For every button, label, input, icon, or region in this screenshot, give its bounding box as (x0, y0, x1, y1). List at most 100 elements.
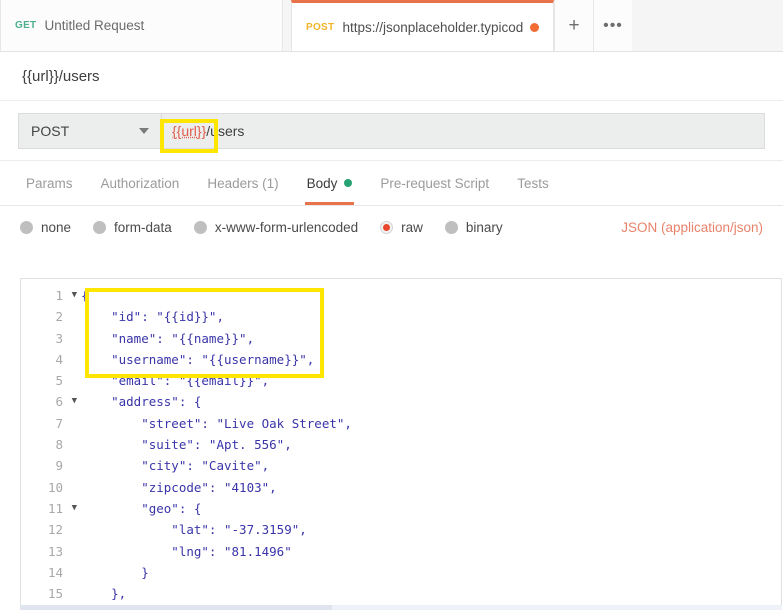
body-type-urlencoded-label: x-www-form-urlencoded (214, 219, 359, 235)
line-code-text: "city": "Cavite", (81, 458, 270, 474)
request-section-tabs: Params Authorization Headers (1) Body Pr… (0, 161, 783, 206)
editor-line: 2 "id": "{{id}}", (21, 306, 781, 327)
tab-tests-label: Tests (517, 175, 549, 191)
line-number: 15 (47, 586, 63, 602)
editor-line: 10 "zipcode": "4103", (21, 477, 781, 498)
fold-triangle-icon[interactable]: ▼ (72, 285, 77, 306)
tab-pre-request-script[interactable]: Pre-request Script (366, 161, 503, 205)
editor-scrollbar-thumb[interactable] (20, 605, 333, 610)
body-type-binary[interactable]: binary (444, 219, 503, 235)
editor-horizontal-scrollbar[interactable] (20, 605, 782, 610)
editor-line: 4 "username": "{{username}}", (21, 349, 781, 370)
tab-authorization[interactable]: Authorization (87, 161, 194, 205)
line-number: 3 (55, 330, 63, 346)
line-number: 14 (47, 564, 63, 580)
editor-line: 11 ▼ "geo": { (21, 498, 781, 519)
tab-headers[interactable]: Headers (1) (193, 161, 292, 205)
line-number: 12 (47, 522, 63, 538)
tab-options-button[interactable]: ••• (594, 0, 632, 51)
editor-line: 1 ▼ { (21, 285, 781, 306)
body-type-urlencoded[interactable]: x-www-form-urlencoded (193, 219, 359, 235)
body-type-none-label: none (41, 219, 72, 235)
body-type-radio-row: none form-data x-www-form-urlencoded raw… (0, 206, 783, 248)
unsaved-changes-dot-icon (530, 22, 539, 32)
fold-triangle-icon[interactable]: ▼ (72, 498, 77, 519)
radio-icon-raw-selected (380, 220, 394, 234)
editor-lines-container: 1 ▼{2 "id": "{{id}}", 3 "name": "{{name}}"… (21, 279, 781, 606)
request-name[interactable]: {{url}}/users (22, 68, 100, 85)
editor-line: 3 "name": "{{name}}", (21, 328, 781, 349)
line-number: 10 (47, 479, 63, 495)
new-tab-button[interactable]: + (554, 0, 594, 51)
request-tab-2[interactable]: POST https://jsonplaceholder.typicod (291, 0, 554, 51)
editor-line: 15 }, (21, 583, 781, 604)
line-code-text: "suite": "Apt. 556", (81, 437, 292, 453)
radio-icon-urlencoded (193, 220, 207, 234)
http-method-select[interactable]: POST (18, 112, 161, 149)
request-tab-bar: GET Untitled Request POST https://jsonpl… (0, 0, 783, 52)
line-number: 5 (55, 373, 63, 389)
line-code-text: } (81, 564, 149, 580)
editor-line: 8 "suite": "Apt. 556", (21, 434, 781, 455)
content-type-select[interactable]: JSON (application/json) (621, 220, 763, 235)
editor-line: 14 } (21, 562, 781, 583)
editor-line: 12 "lat": "-37.3159", (21, 519, 781, 540)
line-number: 2 (55, 309, 63, 325)
body-type-raw[interactable]: raw (380, 220, 423, 235)
line-code-text: { (81, 288, 89, 303)
line-code-text: "zipcode": "4103", (81, 479, 277, 495)
url-path-text: /users (206, 122, 245, 139)
tab-body-label: Body (306, 175, 338, 191)
fold-triangle-icon[interactable]: ▼ (72, 391, 77, 412)
line-code-text: "street": "Live Oak Street", (81, 415, 352, 431)
editor-line: 9 "city": "Cavite", (21, 455, 781, 476)
radio-icon-none (20, 220, 33, 234)
line-code-text: "id": "{{id}}", (81, 309, 224, 325)
line-code-text: "username": "{{username}}", (81, 351, 315, 367)
tab-2-title: https://jsonplaceholder.typicod (342, 19, 524, 35)
url-input[interactable]: {{url}}/users (161, 112, 765, 149)
request-body-editor[interactable]: 1 ▼{2 "id": "{{id}}", 3 "name": "{{name}}"… (20, 278, 782, 606)
tab-1-title: Untitled Request (44, 18, 145, 33)
request-tab-1[interactable]: GET Untitled Request (0, 0, 283, 51)
body-type-binary-label: binary (465, 219, 503, 235)
line-number: 4 (55, 351, 63, 367)
tab-2-method-label: POST (306, 21, 335, 33)
http-method-value: POST (31, 122, 70, 139)
line-number: 7 (55, 415, 63, 431)
editor-line: 5 "email": "{{email}}", (21, 370, 781, 391)
tab-params-label: Params (26, 175, 73, 191)
line-number: 13 (47, 543, 63, 559)
body-type-form-data[interactable]: form-data (93, 220, 172, 235)
line-number: 11 ▼ (21, 498, 77, 519)
tab-pre-request-script-label: Pre-request Script (380, 175, 490, 191)
line-code-text: "address": { (81, 394, 202, 410)
url-variable-token: {{url}} (172, 122, 207, 139)
body-type-raw-label: raw (401, 219, 423, 235)
line-number: 8 (55, 437, 63, 453)
request-name-row: {{url}}/users (0, 52, 783, 101)
line-number: 9 (55, 458, 63, 474)
tab-1-method-label: GET (15, 20, 37, 31)
plus-icon: + (568, 15, 580, 36)
line-code-text: "name": "{{name}}", (81, 330, 255, 346)
chevron-down-icon (139, 127, 149, 134)
body-modified-dot-icon (344, 179, 353, 187)
editor-line: 13 "lng": "81.1496" (21, 541, 781, 562)
radio-icon-binary (444, 220, 458, 234)
ellipsis-icon: ••• (603, 16, 623, 34)
tabbar-empty-space (632, 0, 783, 51)
tab-tests[interactable]: Tests (503, 161, 563, 205)
line-code-text: "lat": "-37.3159", (81, 522, 307, 538)
line-code-text: "email": "{{email}}", (81, 373, 270, 389)
line-code-text: }, (81, 586, 127, 602)
tab-body[interactable]: Body (293, 161, 367, 205)
tab-authorization-label: Authorization (100, 175, 180, 191)
line-code-text: "geo": { (81, 500, 202, 516)
body-type-none[interactable]: none (20, 220, 71, 235)
line-number: 1 ▼ (21, 285, 77, 306)
tab-params[interactable]: Params (12, 161, 87, 205)
line-number: 6 ▼ (21, 391, 77, 412)
url-bar-row: POST {{url}}/users (0, 101, 783, 161)
editor-line: 7 "street": "Live Oak Street", (21, 413, 781, 434)
